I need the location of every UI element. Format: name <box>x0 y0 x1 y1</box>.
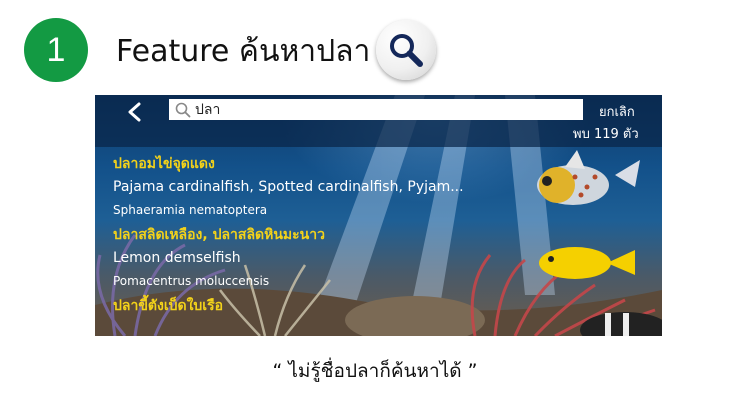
search-feature-icon <box>376 20 436 80</box>
caption: “ ไม่รู้ชื่อปลาก็ค้นหาได้ ” <box>272 360 478 382</box>
result-count: พบ 119 ตัว <box>573 127 639 142</box>
search-field-container <box>169 99 583 120</box>
back-button[interactable] <box>121 99 147 125</box>
fish-scientific-name: Pomacentrus moluccensis <box>113 274 270 288</box>
app-top-bar: ยกเลิก พบ 119 ตัว <box>95 95 662 147</box>
app-screenshot: ยกเลิก พบ 119 ตัว ปลาอมไข่จุดแดง Pajama … <box>95 95 662 336</box>
search-icon <box>175 102 191 117</box>
fish-common-name: Lemon demselfish <box>113 250 241 266</box>
damselfish-illustration <box>539 247 635 279</box>
list-item[interactable]: ปลาอมไข่จุดแดง Pajama cardinalfish, Spot… <box>113 153 513 221</box>
fish-common-name: Pajama cardinalfish, Spotted cardinalfis… <box>113 179 464 195</box>
search-input[interactable] <box>191 101 575 118</box>
back-chevron-icon <box>128 102 141 122</box>
fish-thai-name: ปลาอมไข่จุดแดง <box>113 156 215 172</box>
list-item[interactable]: ปลาสลิดเหลือง, ปลาสลิดหินมะนาว Lemon dem… <box>113 224 513 292</box>
search-results-list: ปลาอมไข่จุดแดง Pajama cardinalfish, Spot… <box>113 153 513 317</box>
fish-thai-name: ปลาขี้ตังเบ็ดใบเรือ <box>113 298 224 314</box>
magnifier-icon <box>390 34 423 67</box>
fish-thai-name: ปลาสลิดเหลือง, ปลาสลิดหินมะนาว <box>113 227 325 243</box>
step-number-badge: 1 <box>24 18 88 82</box>
fish-scientific-name: Sphaeramia nematoptera <box>113 203 268 217</box>
list-item[interactable]: ปลาขี้ตังเบ็ดใบเรือ <box>113 295 513 317</box>
cancel-button[interactable]: ยกเลิก <box>599 101 635 122</box>
step-number: 1 <box>46 30 66 69</box>
cardinalfish-illustration <box>537 150 640 205</box>
feature-title: Feature ค้นหาปลา <box>116 34 371 69</box>
